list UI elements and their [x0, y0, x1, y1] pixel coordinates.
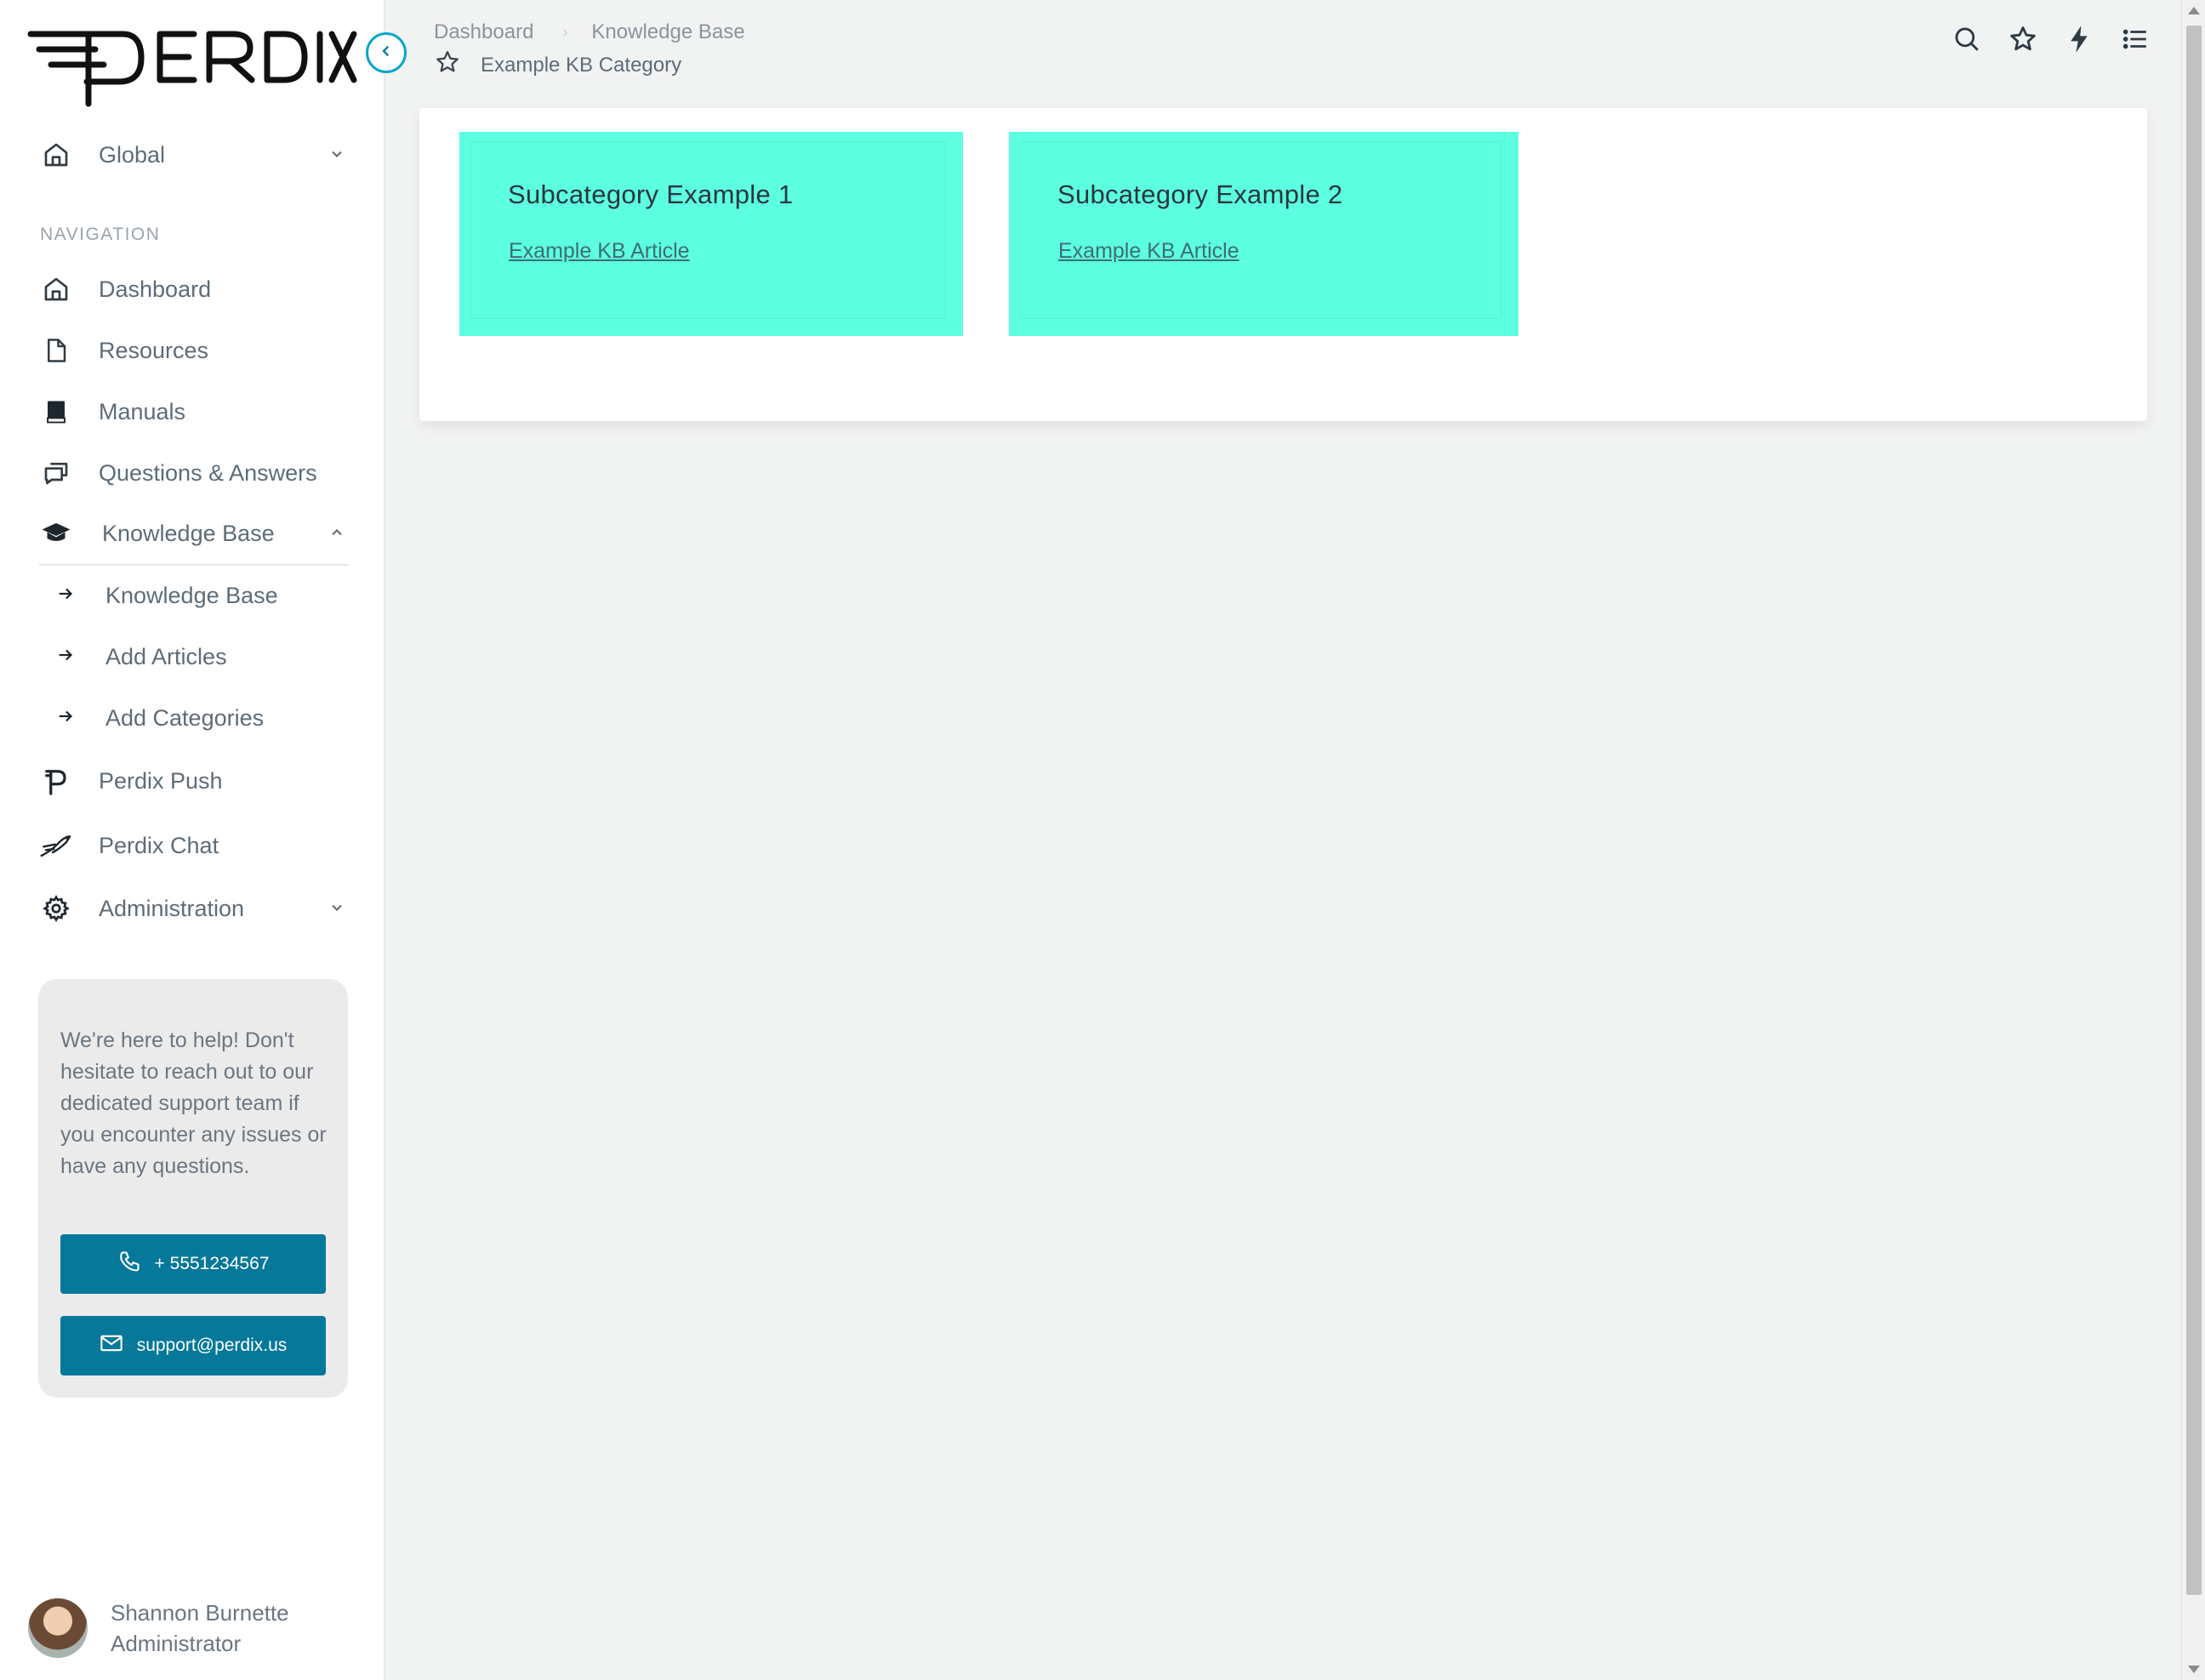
sidebar-item-label: Resources	[99, 337, 209, 363]
breadcrumb-separator-icon: ›	[562, 23, 568, 41]
sidebar-item-label: Administration	[99, 895, 245, 921]
search-icon[interactable]	[1950, 22, 1984, 56]
tile-border	[1020, 141, 1501, 319]
sidebar-subitem-label: Add Articles	[105, 643, 227, 669]
sidebar-item-manuals[interactable]: Manuals	[39, 386, 350, 437]
chevron-left-icon	[379, 43, 394, 63]
chevron-down-icon	[324, 895, 350, 920]
breadcrumb: Dashboard › Knowledge Base	[434, 20, 745, 44]
scope-label: Global	[99, 141, 166, 168]
support-email-button[interactable]: support@perdix.us	[60, 1316, 326, 1375]
subcategory-title: Subcategory Example 2	[1057, 179, 1343, 209]
user-name: Shannon Burnette	[111, 1600, 289, 1626]
page-scrollbar[interactable]	[2181, 0, 2205, 1680]
book-icon	[39, 395, 73, 429]
sidebar-item-perdix-push[interactable]: Perdix Push	[39, 755, 350, 806]
graduation-cap-icon	[39, 516, 73, 550]
home-icon	[39, 272, 73, 306]
support-message: We're here to help! Don't hesitate to re…	[60, 1028, 327, 1178]
favorite-star-icon[interactable]	[435, 49, 460, 81]
kb-article-link[interactable]: Example KB Article	[509, 239, 690, 264]
chevron-up-icon	[324, 520, 350, 545]
sidebar-item-label: Perdix Push	[99, 767, 223, 794]
scope-selector[interactable]: Global	[39, 129, 350, 180]
divider	[39, 564, 348, 566]
sidebar-item-administration[interactable]: Administration	[39, 883, 350, 934]
gear-icon	[39, 891, 73, 925]
perdix-logo[interactable]	[27, 22, 359, 116]
sidebar-item-knowledge-base[interactable]: Knowledge Base	[39, 508, 350, 559]
sidebar-item-dashboard[interactable]: Dashboard	[39, 264, 350, 315]
phone-icon	[117, 1250, 155, 1279]
page-title: Example KB Category	[481, 53, 682, 77]
sidebar-subitem-label: Knowledge Base	[105, 582, 278, 608]
chat-bubbles-icon	[39, 456, 73, 490]
sidebar-item-label: Dashboard	[99, 276, 212, 302]
support-card: We're here to help! Don't hesitate to re…	[38, 979, 348, 1398]
sidebar-collapse-button[interactable]	[366, 32, 407, 73]
arrow-right-icon	[56, 646, 75, 669]
support-phone-label: + 5551234567	[154, 1254, 270, 1273]
user-profile[interactable]: Shannon Burnette Administrator	[28, 1597, 289, 1659]
chevron-down-icon	[324, 141, 350, 167]
lightning-icon[interactable]	[2062, 22, 2096, 56]
subcategory-title: Subcategory Example 1	[508, 179, 794, 209]
nav-section-label: NAVIGATION	[40, 225, 161, 244]
support-email-label: support@perdix.us	[136, 1335, 288, 1355]
kb-category-card: Subcategory Example 1 Example KB Article…	[419, 108, 2147, 421]
arrow-right-icon	[56, 584, 75, 607]
support-phone-button[interactable]: + 5551234567	[60, 1234, 326, 1294]
home-icon	[39, 138, 73, 172]
avatar	[28, 1598, 88, 1658]
scroll-thumb[interactable]	[2186, 26, 2202, 1595]
user-role: Administrator	[111, 1631, 242, 1656]
sidebar-subitem-add-articles[interactable]: Add Articles	[56, 633, 350, 681]
top-header: Dashboard › Knowledge Base Example KB Ca…	[387, 0, 2181, 94]
breadcrumb-dashboard[interactable]: Dashboard	[434, 20, 533, 44]
list-icon[interactable]	[2118, 22, 2152, 56]
star-icon[interactable]	[2006, 22, 2040, 56]
sidebar-item-label: Perdix Chat	[99, 832, 219, 858]
sidebar-item-resources[interactable]: Resources	[39, 325, 350, 376]
sidebar-item-questions-answers[interactable]: Questions & Answers	[39, 447, 350, 498]
sidebar: Global NAVIGATION Dashboard Resources Ma…	[0, 0, 385, 1680]
scroll-up-arrow-icon[interactable]	[2188, 7, 2200, 14]
subcategory-tile[interactable]: Subcategory Example 2 Example KB Article	[1009, 132, 1518, 336]
breadcrumb-knowledge-base[interactable]: Knowledge Base	[591, 20, 744, 44]
perdix-p-icon	[39, 764, 73, 798]
kb-article-link[interactable]: Example KB Article	[1058, 239, 1239, 264]
tile-border	[470, 141, 946, 319]
mail-icon	[100, 1333, 137, 1358]
sidebar-subitem-knowledge-base[interactable]: Knowledge Base	[56, 572, 350, 619]
subcategory-tile[interactable]: Subcategory Example 1 Example KB Article	[459, 132, 963, 336]
sidebar-subitem-label: Add Categories	[105, 704, 265, 731]
bird-icon	[39, 829, 73, 863]
sidebar-item-label: Knowledge Base	[102, 520, 275, 546]
sidebar-item-perdix-chat[interactable]: Perdix Chat	[39, 820, 350, 871]
sidebar-item-label: Manuals	[99, 398, 186, 424]
sidebar-subitem-add-categories[interactable]: Add Categories	[56, 694, 350, 742]
sidebar-item-label: Questions & Answers	[99, 459, 317, 486]
arrow-right-icon	[56, 707, 75, 730]
scroll-down-arrow-icon[interactable]	[2188, 1666, 2200, 1673]
document-icon	[39, 333, 73, 367]
